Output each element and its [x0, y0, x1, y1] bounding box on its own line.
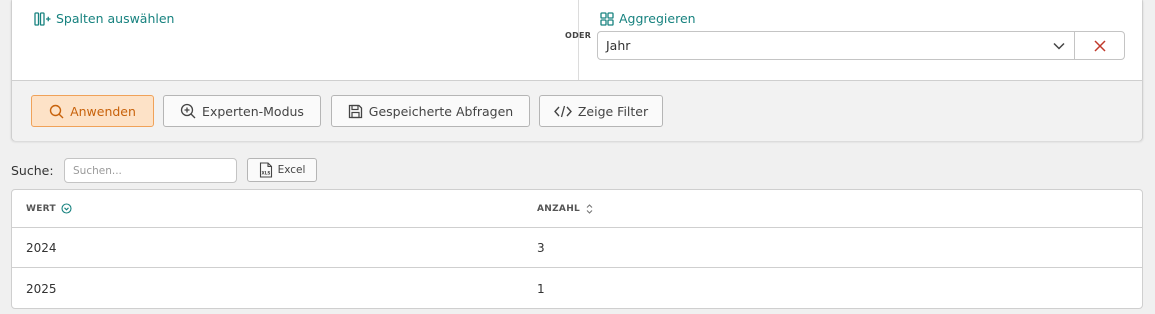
apply-label: Anwenden: [70, 103, 136, 119]
save-icon: [348, 104, 362, 118]
table-header-row: WERT ANZAHL: [12, 190, 1142, 228]
saved-queries-label: Gespeicherte Abfragen: [368, 103, 514, 119]
search-label: Suche:: [11, 163, 54, 178]
show-filter-button[interactable]: Zeige Filter: [539, 95, 663, 127]
zoom-in-icon: [180, 103, 196, 119]
column-header-label: WERT: [26, 203, 56, 214]
apply-button[interactable]: Anwenden: [31, 95, 154, 127]
vertical-divider: [578, 0, 579, 80]
excel-label: Excel: [277, 164, 306, 176]
clear-aggregate-button[interactable]: [1074, 32, 1124, 59]
code-icon: [553, 105, 572, 117]
aggregate-link[interactable]: Aggregieren: [600, 11, 696, 26]
xls-icon-text: XLS: [261, 171, 270, 176]
columns-add-icon: [34, 11, 51, 26]
select-columns-label: Spalten auswählen: [56, 11, 175, 26]
column-header-anzahl[interactable]: ANZAHL: [537, 203, 594, 215]
excel-export-button[interactable]: XLS Excel: [247, 158, 317, 182]
column-header-wert[interactable]: WERT: [26, 203, 72, 214]
close-icon: [1093, 39, 1106, 52]
show-filter-label: Zeige Filter: [577, 103, 649, 119]
aggregate-label: Aggregieren: [619, 11, 696, 26]
table-cell-anzahl: 1: [537, 282, 545, 296]
search-input[interactable]: [64, 158, 237, 183]
expert-mode-button[interactable]: Experten-Modus: [163, 95, 321, 127]
column-header-label: ANZAHL: [537, 203, 581, 214]
select-columns-link[interactable]: Spalten auswählen: [34, 11, 174, 26]
or-label: ODER: [565, 31, 592, 40]
table-cell-anzahl: 3: [537, 240, 545, 255]
action-bar: Anwenden Experten-Modus Gespeicherte Abf…: [12, 80, 1142, 141]
search-icon: [49, 104, 64, 118]
grid-icon: [600, 11, 614, 26]
table-row: 2025 1: [12, 269, 1142, 308]
sort-icon[interactable]: [585, 203, 594, 215]
expert-mode-label: Experten-Modus: [202, 103, 304, 119]
chevron-down-icon[interactable]: [1044, 42, 1074, 50]
xls-file-icon: XLS: [259, 162, 272, 178]
saved-queries-button[interactable]: Gespeicherte Abfragen: [331, 95, 530, 127]
sort-active-icon[interactable]: [61, 203, 72, 214]
results-table: WERT ANZAHL 2024 3 2025 1: [11, 189, 1143, 309]
table-cell-wert: 2025: [26, 282, 57, 296]
table-row: 2024 3: [12, 228, 1142, 268]
aggregate-select[interactable]: Jahr: [597, 31, 1125, 60]
aggregate-select-value: Jahr: [606, 38, 631, 53]
query-panel-top: Spalten auswählen ODER Aggregieren Jahr: [12, 0, 1142, 80]
table-cell-wert: 2024: [26, 240, 57, 255]
query-panel: Spalten auswählen ODER Aggregieren Jahr: [11, 0, 1143, 141]
